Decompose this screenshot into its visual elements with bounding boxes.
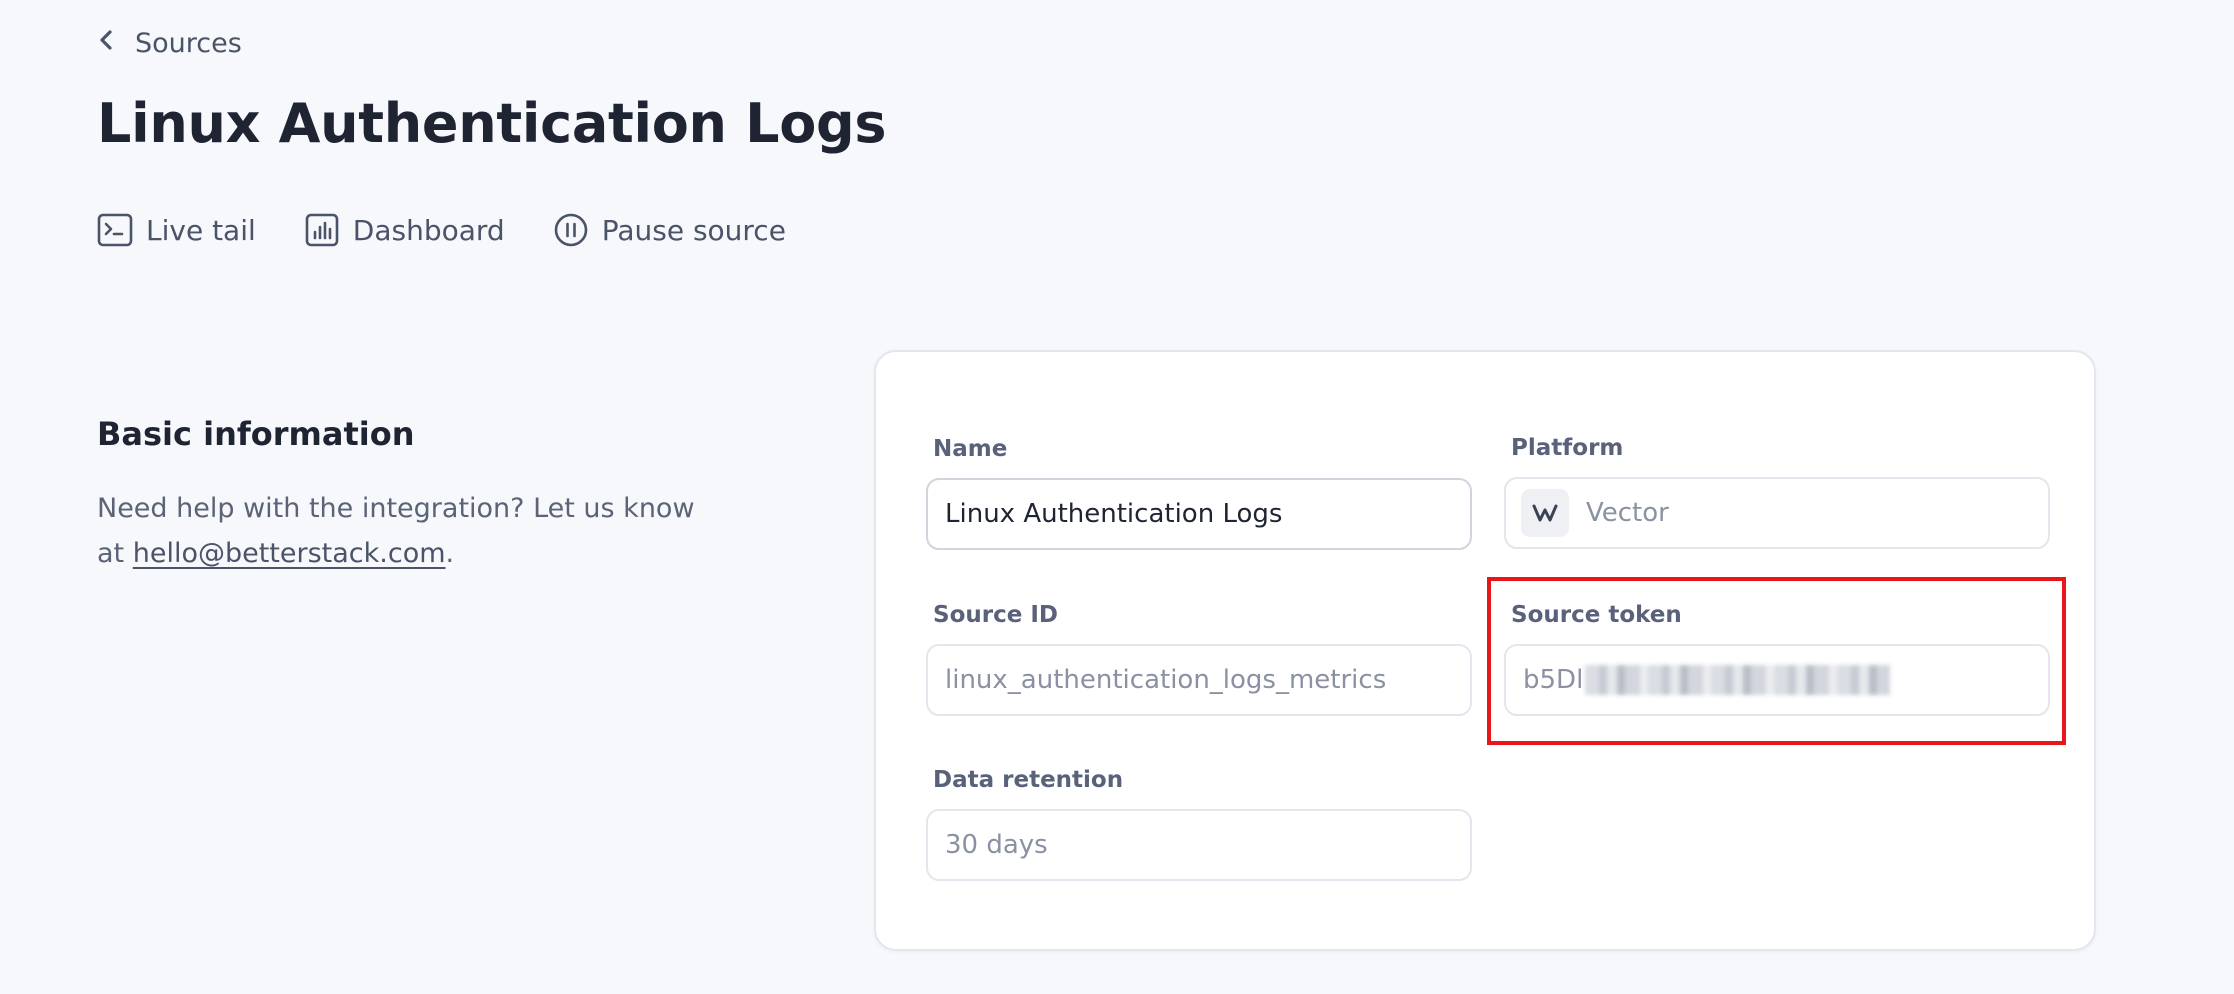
- platform-value: Vector: [1586, 498, 1669, 528]
- source-id-value: linux_authentication_logs_metrics: [945, 665, 1387, 695]
- source-token-highlight: [1487, 577, 2066, 745]
- name-label: Name: [933, 436, 1008, 462]
- source-id-label: Source ID: [933, 602, 1058, 628]
- section-help-text: Need help with the integration? Let us k…: [97, 486, 717, 576]
- help-text-suffix: .: [445, 538, 455, 569]
- platform-label: Platform: [1511, 435, 1624, 461]
- source-settings-page: Sources Linux Authentication Logs Live t…: [0, 0, 2234, 994]
- chevron-left-icon: [97, 28, 117, 59]
- terminal-icon: [97, 212, 133, 248]
- data-retention-label: Data retention: [933, 767, 1124, 793]
- data-retention-input[interactable]: 30 days: [926, 809, 1472, 881]
- dashboard-label: Dashboard: [352, 213, 505, 247]
- platform-field: Platform Vector: [1504, 435, 2050, 549]
- pause-source-label: Pause source: [601, 213, 786, 247]
- name-field: Name Linux Authentication Logs: [926, 436, 1472, 550]
- breadcrumb-label: Sources: [135, 28, 242, 59]
- data-retention-field: Data retention 30 days: [926, 767, 1472, 881]
- page-title: Linux Authentication Logs: [97, 92, 887, 155]
- support-email-link[interactable]: hello@betterstack.com: [133, 538, 446, 569]
- source-actions: Live tail Dashboard Pause source: [97, 212, 786, 248]
- live-tail-label: Live tail: [146, 213, 256, 247]
- pause-source-button[interactable]: Pause source: [553, 212, 786, 248]
- dashboard-button[interactable]: Dashboard: [304, 212, 505, 248]
- bar-chart-icon: [304, 212, 340, 248]
- source-id-field: Source ID linux_authentication_logs_metr…: [926, 602, 1472, 716]
- live-tail-button[interactable]: Live tail: [97, 212, 256, 248]
- section-title: Basic information: [97, 415, 415, 453]
- name-value: Linux Authentication Logs: [945, 499, 1283, 529]
- vector-logo-icon: [1521, 489, 1569, 537]
- data-retention-value: 30 days: [945, 830, 1048, 860]
- pause-circle-icon: [553, 212, 589, 248]
- breadcrumb-back-link[interactable]: Sources: [97, 28, 242, 59]
- platform-input: Vector: [1504, 477, 2050, 549]
- source-id-input[interactable]: linux_authentication_logs_metrics: [926, 644, 1472, 716]
- name-input[interactable]: Linux Authentication Logs: [926, 478, 1472, 550]
